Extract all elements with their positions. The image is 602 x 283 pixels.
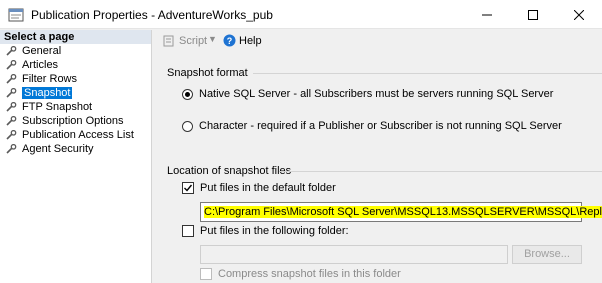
sidebar-item-articles[interactable]: Articles	[0, 58, 151, 72]
script-icon	[163, 35, 174, 47]
page-selector-pane: Select a page General Articles Filter Rows…	[0, 30, 152, 283]
wrench-icon	[6, 101, 17, 112]
default-folder-label[interactable]: Put files in the default folder	[200, 182, 336, 194]
sidebar-item-label: Filter Rows	[22, 73, 78, 85]
wrench-icon	[6, 129, 17, 140]
sidebar-item-publication-access-list[interactable]: Publication Access List	[0, 128, 151, 142]
window-title: Publication Properties - AdventureWorks_…	[31, 8, 273, 22]
native-sql-label[interactable]: Native SQL Server - all Subscribers must…	[199, 88, 553, 100]
minimize-icon	[482, 14, 492, 15]
snapshot-format-divider	[253, 73, 602, 74]
help-label: Help	[239, 35, 262, 47]
sidebar-item-label: Publication Access List	[22, 129, 134, 141]
following-folder-checkbox[interactable]	[182, 225, 194, 237]
following-folder-label[interactable]: Put files in the following folder:	[200, 225, 349, 237]
following-folder-input[interactable]	[200, 245, 508, 264]
compress-checkbox[interactable]	[200, 268, 212, 280]
help-icon: ?	[223, 34, 236, 47]
title-bar: Publication Properties - AdventureWorks_…	[0, 0, 602, 29]
compress-label[interactable]: Compress snapshot files in this folder	[218, 268, 401, 280]
snapshot-format-label: Snapshot format	[167, 67, 248, 79]
chevron-down-icon[interactable]: ▼	[208, 34, 217, 44]
location-divider	[279, 171, 602, 172]
maximize-icon	[528, 9, 538, 20]
wrench-icon	[6, 87, 17, 98]
browse-button[interactable]: Browse...	[512, 245, 582, 264]
wrench-icon	[6, 115, 17, 126]
default-folder-path-text: C:\Program Files\Microsoft SQL Server\MS…	[204, 206, 602, 218]
sidebar-item-general[interactable]: General	[0, 44, 151, 58]
wrench-icon	[6, 143, 17, 154]
minimize-button[interactable]	[464, 0, 510, 29]
sidebar-item-label: Agent Security	[22, 143, 94, 155]
toolbar: Script ▼ ? Help	[153, 30, 602, 54]
sidebar-item-label: Snapshot	[22, 87, 73, 99]
sidebar-item-ftp-snapshot[interactable]: FTP Snapshot	[0, 100, 151, 114]
close-button[interactable]	[556, 0, 602, 29]
sidebar-item-label: General	[22, 45, 62, 57]
maximize-button[interactable]	[510, 0, 556, 29]
sidebar-item-label: Articles	[22, 59, 59, 71]
select-page-header: Select a page	[0, 30, 151, 44]
svg-text:?: ?	[227, 36, 233, 46]
script-label: Script	[179, 35, 208, 47]
default-folder-path-field[interactable]: C:\Program Files\Microsoft SQL Server\MS…	[200, 202, 602, 222]
sidebar-item-snapshot[interactable]: Snapshot	[0, 86, 151, 100]
default-folder-checkbox[interactable]	[182, 182, 194, 194]
wrench-icon	[6, 73, 17, 84]
page-list: General Articles Filter Rows Snapshot FTP Sn…	[0, 44, 151, 156]
character-label[interactable]: Character - required if a Publisher or S…	[199, 120, 562, 132]
sidebar-item-filter-rows[interactable]: Filter Rows	[0, 72, 151, 86]
sidebar-item-agent-security[interactable]: Agent Security	[0, 142, 151, 156]
character-radio[interactable]	[182, 121, 193, 132]
sidebar-item-subscription-options[interactable]: Subscription Options	[0, 114, 151, 128]
sidebar-item-label: Subscription Options	[22, 115, 124, 127]
native-sql-radio[interactable]	[182, 89, 193, 100]
close-icon	[574, 9, 584, 20]
publication-properties-icon	[8, 8, 24, 22]
checkmark-icon	[184, 184, 193, 192]
wrench-icon	[6, 45, 17, 56]
sidebar-item-label: FTP Snapshot	[22, 101, 93, 113]
location-label: Location of snapshot files	[167, 165, 292, 177]
wrench-icon	[6, 59, 17, 70]
